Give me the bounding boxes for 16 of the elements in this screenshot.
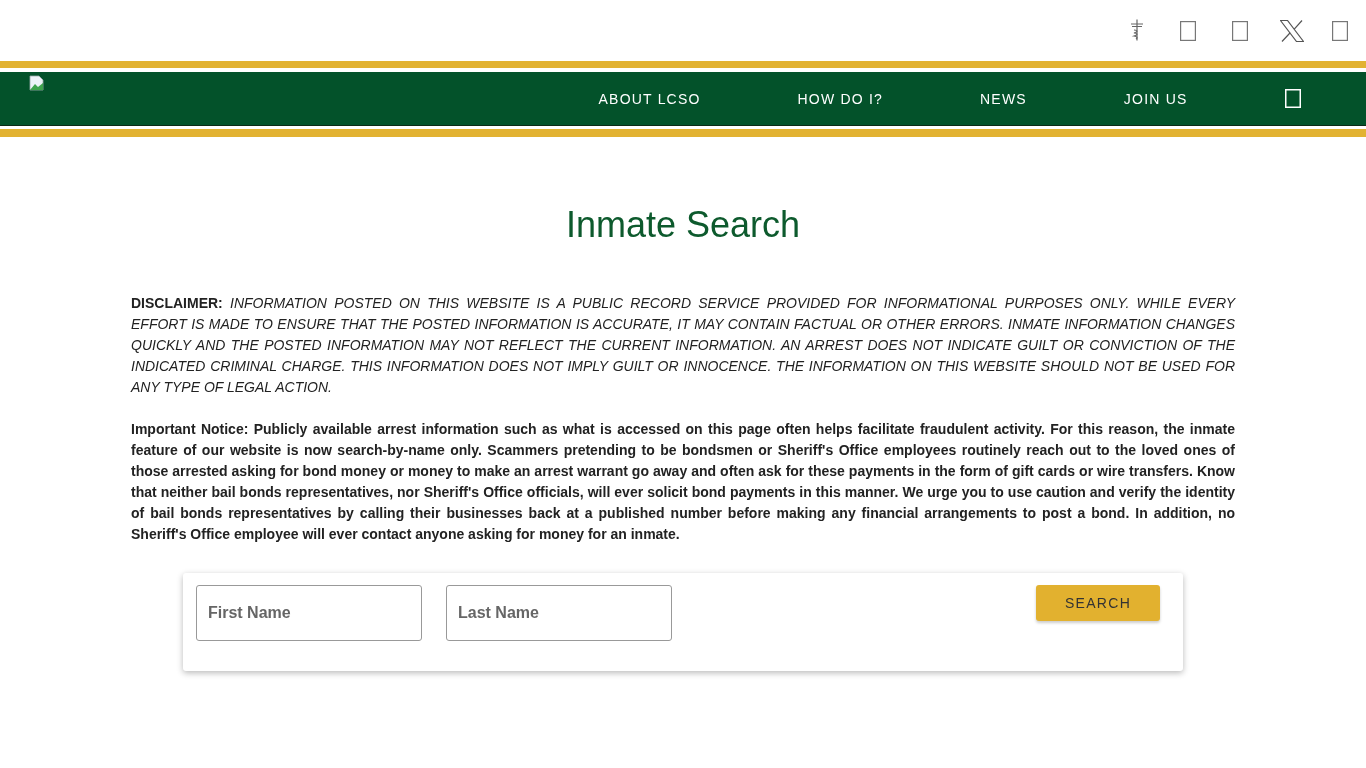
search-button[interactable]: SEARCH (1036, 585, 1160, 621)
caduceus-icon[interactable] (1130, 19, 1144, 41)
missing-glyph-icon[interactable] (1232, 20, 1248, 41)
name-input-field[interactable]: First Name (196, 585, 422, 641)
page-title: Inmate Search (564, 204, 802, 245)
notice-text: Important Notice: Publicly available arrest information such as what is accessed on this page often helps facilitate fraudulent activity. For this reason, the inmate feature of our website is now search-by-name only. Scammers pretending to be bondsmen or Sheriff's Office employees routinely reach out to the loved ones of those arrested asking for bond money or money to make an arrest warrant go away and often ask for these payments in the form of gift cards or wire transfers. Know that neither bail bonds representatives, nor Sheriff's Office officials, will ever solicit bond payments in this manner. We urge you to use caution and verify the identity of bail bonds representatives by calling their businesses back at a published number before making any financial arrangements to post a bond. In addition, no Sheriff's Office employee will ever contact anyone asking for money for an inmate. (131, 420, 1235, 544)
disclaimer-text: DISCLAIMER: INFORMATION POSTED ON THIS WEBSITE IS A PUBLIC RECORD SERVICE PROVIDED FOR INFORMATIONAL PURPOSES ONLY. WHILE EVERY EFFORT IS MADE TO ENSURE THAT THE POSTED INFORMATION IS ACCURATE, IT MAY CONTAIN FACTUAL OR OTHER ERRORS. INMATE INFORMATION CHANGES QUICKLY AND THE POSTED INFORMATION MAY NOT REFLECT THE CURRENT INFORMATION. AN ARREST DOES NOT INDICATE GUILT OR CONVICTION OF THE INDICATED CRIMINAL CHARGE. THIS INFORMATION DOES NOT IMPLY GUILT OR INNOCENCE. THE INFORMATION ON THIS WEBSITE SHOULD NOT BE USED FOR ANY TYPE OF LEGAL ACTION. (131, 294, 1235, 397)
missing-glyph-icon[interactable] (1180, 20, 1196, 41)
nav-link[interactable]: ABOUT LCSO (550, 88, 750, 109)
x-logo-icon[interactable] (1280, 19, 1304, 42)
nav-link[interactable]: JOIN US (1075, 88, 1236, 109)
broken-image-icon (29, 75, 45, 91)
name-input-field[interactable]: Last Name (446, 585, 672, 641)
nav-link[interactable]: HOW DO I? (749, 88, 932, 109)
missing-glyph-icon[interactable] (1332, 20, 1348, 41)
nav-link[interactable]: NEWS (931, 88, 1076, 109)
